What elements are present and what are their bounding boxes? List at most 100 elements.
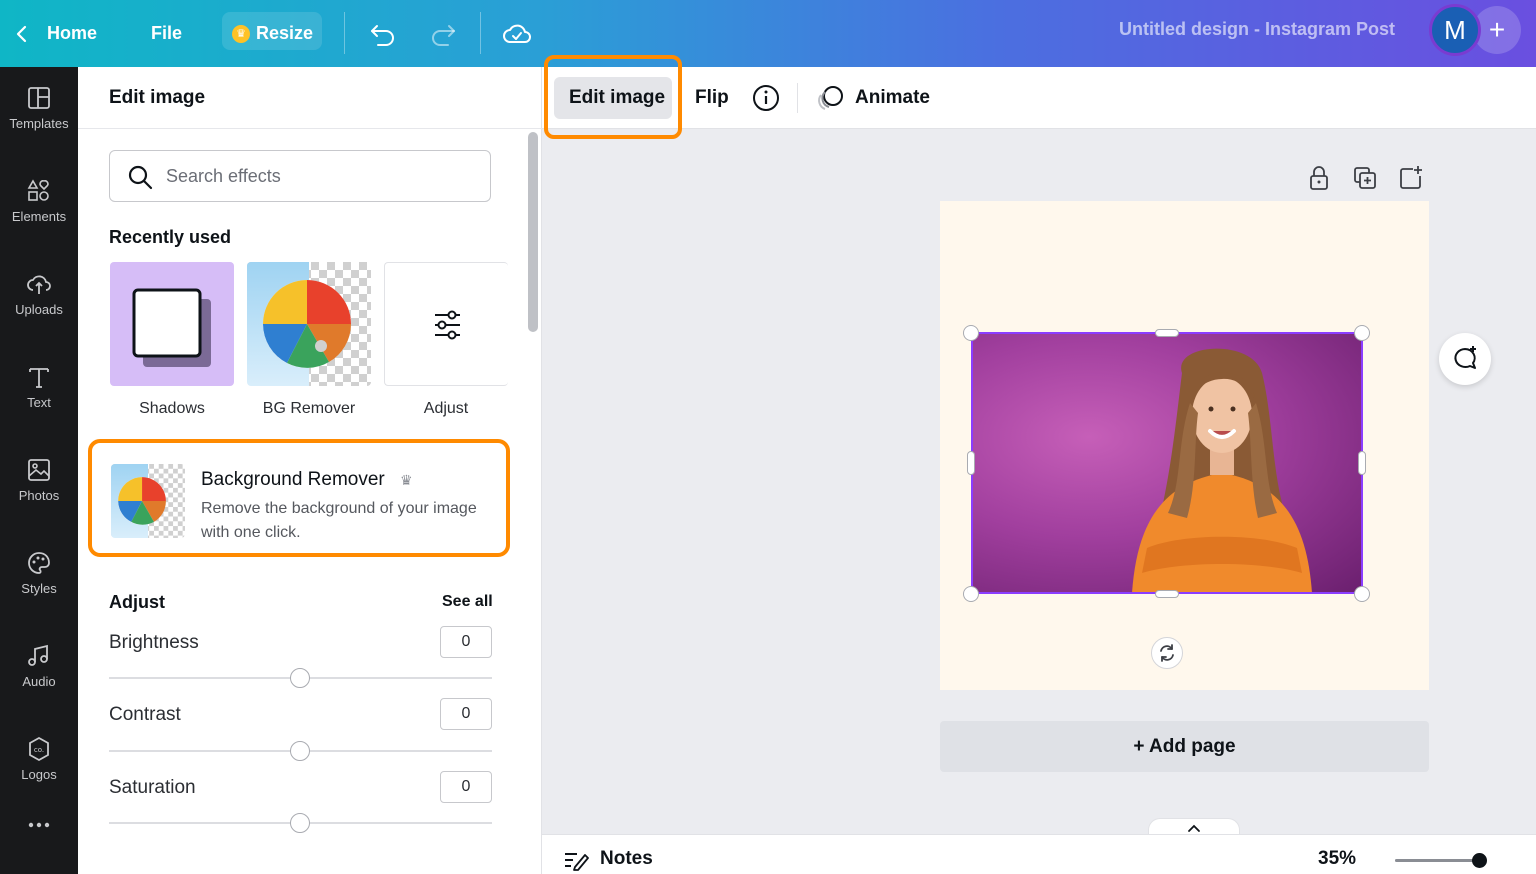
resize-handle-left[interactable] [967, 451, 975, 475]
templates-icon [25, 84, 53, 112]
nav-photos[interactable]: Photos [0, 439, 78, 519]
nav-label: Styles [21, 580, 57, 596]
search-effects-input[interactable]: Search effects [109, 150, 491, 202]
uploads-icon [25, 270, 53, 298]
info-button[interactable] [752, 67, 780, 129]
nav-audio[interactable]: Audio [0, 625, 78, 705]
add-page-bar[interactable]: + Add page [940, 721, 1429, 772]
background-remover-title-text: Background Remover [201, 469, 385, 490]
audio-icon [25, 642, 53, 670]
divider [344, 12, 345, 54]
styles-icon [25, 549, 53, 577]
panel-title: Edit image [78, 67, 542, 129]
text-icon [25, 363, 53, 391]
lock-page-button[interactable] [1305, 164, 1333, 192]
cloud-save-button[interactable] [502, 0, 532, 67]
bg-remover-thumbnail[interactable] [247, 262, 371, 386]
redo-button[interactable] [428, 0, 458, 67]
nav-label: Logos [21, 766, 57, 782]
photos-icon [25, 456, 53, 484]
flip-button[interactable]: Flip [695, 67, 729, 129]
nav-logos[interactable]: co. Logos [0, 718, 78, 798]
resize-handle-right[interactable] [1358, 451, 1366, 475]
add-page-button[interactable] [1397, 164, 1425, 192]
saturation-value[interactable]: 0 [440, 771, 492, 803]
avatar[interactable]: M [1429, 4, 1481, 56]
panel-scrollbar[interactable] [528, 132, 538, 332]
animate-button[interactable]: Animate [816, 67, 930, 129]
brightness-label: Brightness [109, 632, 199, 653]
duplicate-page-button[interactable] [1351, 164, 1379, 192]
nav-text[interactable]: Text [0, 346, 78, 426]
background-remover-card[interactable]: Background Remover ♛ Remove the backgrou… [88, 439, 510, 557]
chevron-up-icon [1188, 824, 1200, 832]
nav-label: Elements [11, 208, 67, 224]
resize-handle-bottom-left[interactable] [963, 586, 979, 602]
recently-used-title: Recently used [109, 227, 232, 247]
resize-handle-top-left[interactable] [963, 325, 979, 341]
info-icon [753, 85, 779, 111]
comment-add-icon [1454, 346, 1476, 369]
notes-button[interactable] [563, 849, 589, 874]
context-toolbar: Edit image Flip Animate [542, 55, 1536, 139]
more-icon [25, 811, 53, 839]
bottom-bar [542, 834, 1536, 874]
home-link[interactable]: Home [47, 0, 97, 67]
edit-image-highlight [544, 55, 682, 139]
shadows-thumbnail[interactable] [110, 262, 234, 386]
sliders-icon [435, 310, 460, 340]
add-page-icon [1400, 166, 1422, 189]
resize-label: Resize [256, 23, 314, 43]
file-menu[interactable]: File [151, 0, 182, 67]
nav-label: Audio [22, 673, 56, 689]
background-remover-thumbnail [111, 464, 185, 538]
svg-text:co.: co. [34, 746, 44, 754]
saturation-slider-knob[interactable] [290, 813, 310, 833]
resize-handle-bottom-right[interactable] [1354, 586, 1370, 602]
nav-label: Templates [9, 115, 69, 131]
redo-icon [432, 24, 455, 46]
brightness-value[interactable]: 0 [440, 626, 492, 658]
animate-label: Animate [855, 87, 930, 108]
resize-handle-top-right[interactable] [1354, 325, 1370, 341]
notes-icon [565, 853, 589, 871]
contrast-label: Contrast [109, 704, 181, 725]
resize-handle-bottom[interactable] [1155, 590, 1179, 598]
back-button[interactable] [12, 0, 32, 67]
resize-handle-top[interactable] [1155, 329, 1179, 337]
contrast-slider-knob[interactable] [290, 741, 310, 761]
zoom-percentage[interactable]: 35% [1318, 848, 1356, 870]
nav-styles[interactable]: Styles [0, 532, 78, 612]
nav-label: Photos [18, 487, 60, 503]
nav-elements[interactable]: Elements [0, 160, 78, 240]
top-bar: Home File ♛ Resize Untitled design - Ins… [0, 0, 1536, 67]
contrast-value[interactable]: 0 [440, 698, 492, 730]
brightness-slider-knob[interactable] [290, 668, 310, 688]
rotate-button[interactable] [1151, 637, 1183, 669]
undo-button[interactable] [368, 0, 398, 67]
adjust-thumbnail[interactable] [384, 262, 508, 386]
search-icon [128, 165, 153, 190]
animate-icon [818, 86, 843, 110]
selection-frame [971, 332, 1363, 594]
crown-icon: ♛ [232, 24, 250, 43]
notes-label[interactable]: Notes [600, 848, 653, 870]
zoom-slider-fill [1395, 859, 1479, 862]
search-placeholder: Search effects [166, 165, 281, 186]
nav-uploads[interactable]: Uploads [0, 253, 78, 333]
pro-crown-icon: ♛ [400, 472, 413, 488]
see-all-link[interactable]: See all [442, 593, 493, 611]
nav-more[interactable] [0, 807, 78, 847]
duplicate-icon [1354, 167, 1376, 189]
rotate-icon [1160, 644, 1174, 662]
resize-button[interactable]: ♛ Resize [232, 0, 313, 67]
divider [480, 12, 481, 54]
zoom-slider-knob[interactable] [1472, 853, 1487, 868]
nav-templates[interactable]: Templates [0, 67, 78, 147]
add-comment-button[interactable] [1439, 333, 1491, 385]
document-title[interactable]: Untitled design - Instagram Post [1119, 0, 1395, 58]
logos-icon: co. [25, 735, 53, 763]
nav-label: Uploads [15, 301, 63, 317]
cloud-check-icon [503, 24, 531, 43]
saturation-label: Saturation [109, 777, 196, 798]
